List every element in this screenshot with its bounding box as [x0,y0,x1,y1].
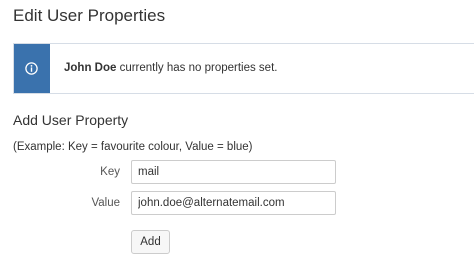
page-title: Edit User Properties [13,6,166,25]
info-banner: John Doe currently has no properties set… [13,43,474,94]
example-hint: (Example: Key = favourite colour, Value … [13,141,253,153]
add-button[interactable]: Add [131,230,170,254]
info-banner-icon-strip [14,44,50,93]
info-banner-message: John Doe currently has no properties set… [64,60,277,76]
key-label: Key [100,166,120,178]
add-user-property-heading: Add User Property [13,112,129,128]
info-banner-message-text: currently has no properties set. [116,62,278,74]
info-banner-user-name: John Doe [64,62,117,74]
info-icon [25,62,38,75]
edit-user-properties-page: Edit User Properties John Doe currently … [0,0,474,269]
key-input[interactable] [131,160,336,184]
value-label: Value [91,197,120,209]
value-input[interactable] [131,191,336,215]
